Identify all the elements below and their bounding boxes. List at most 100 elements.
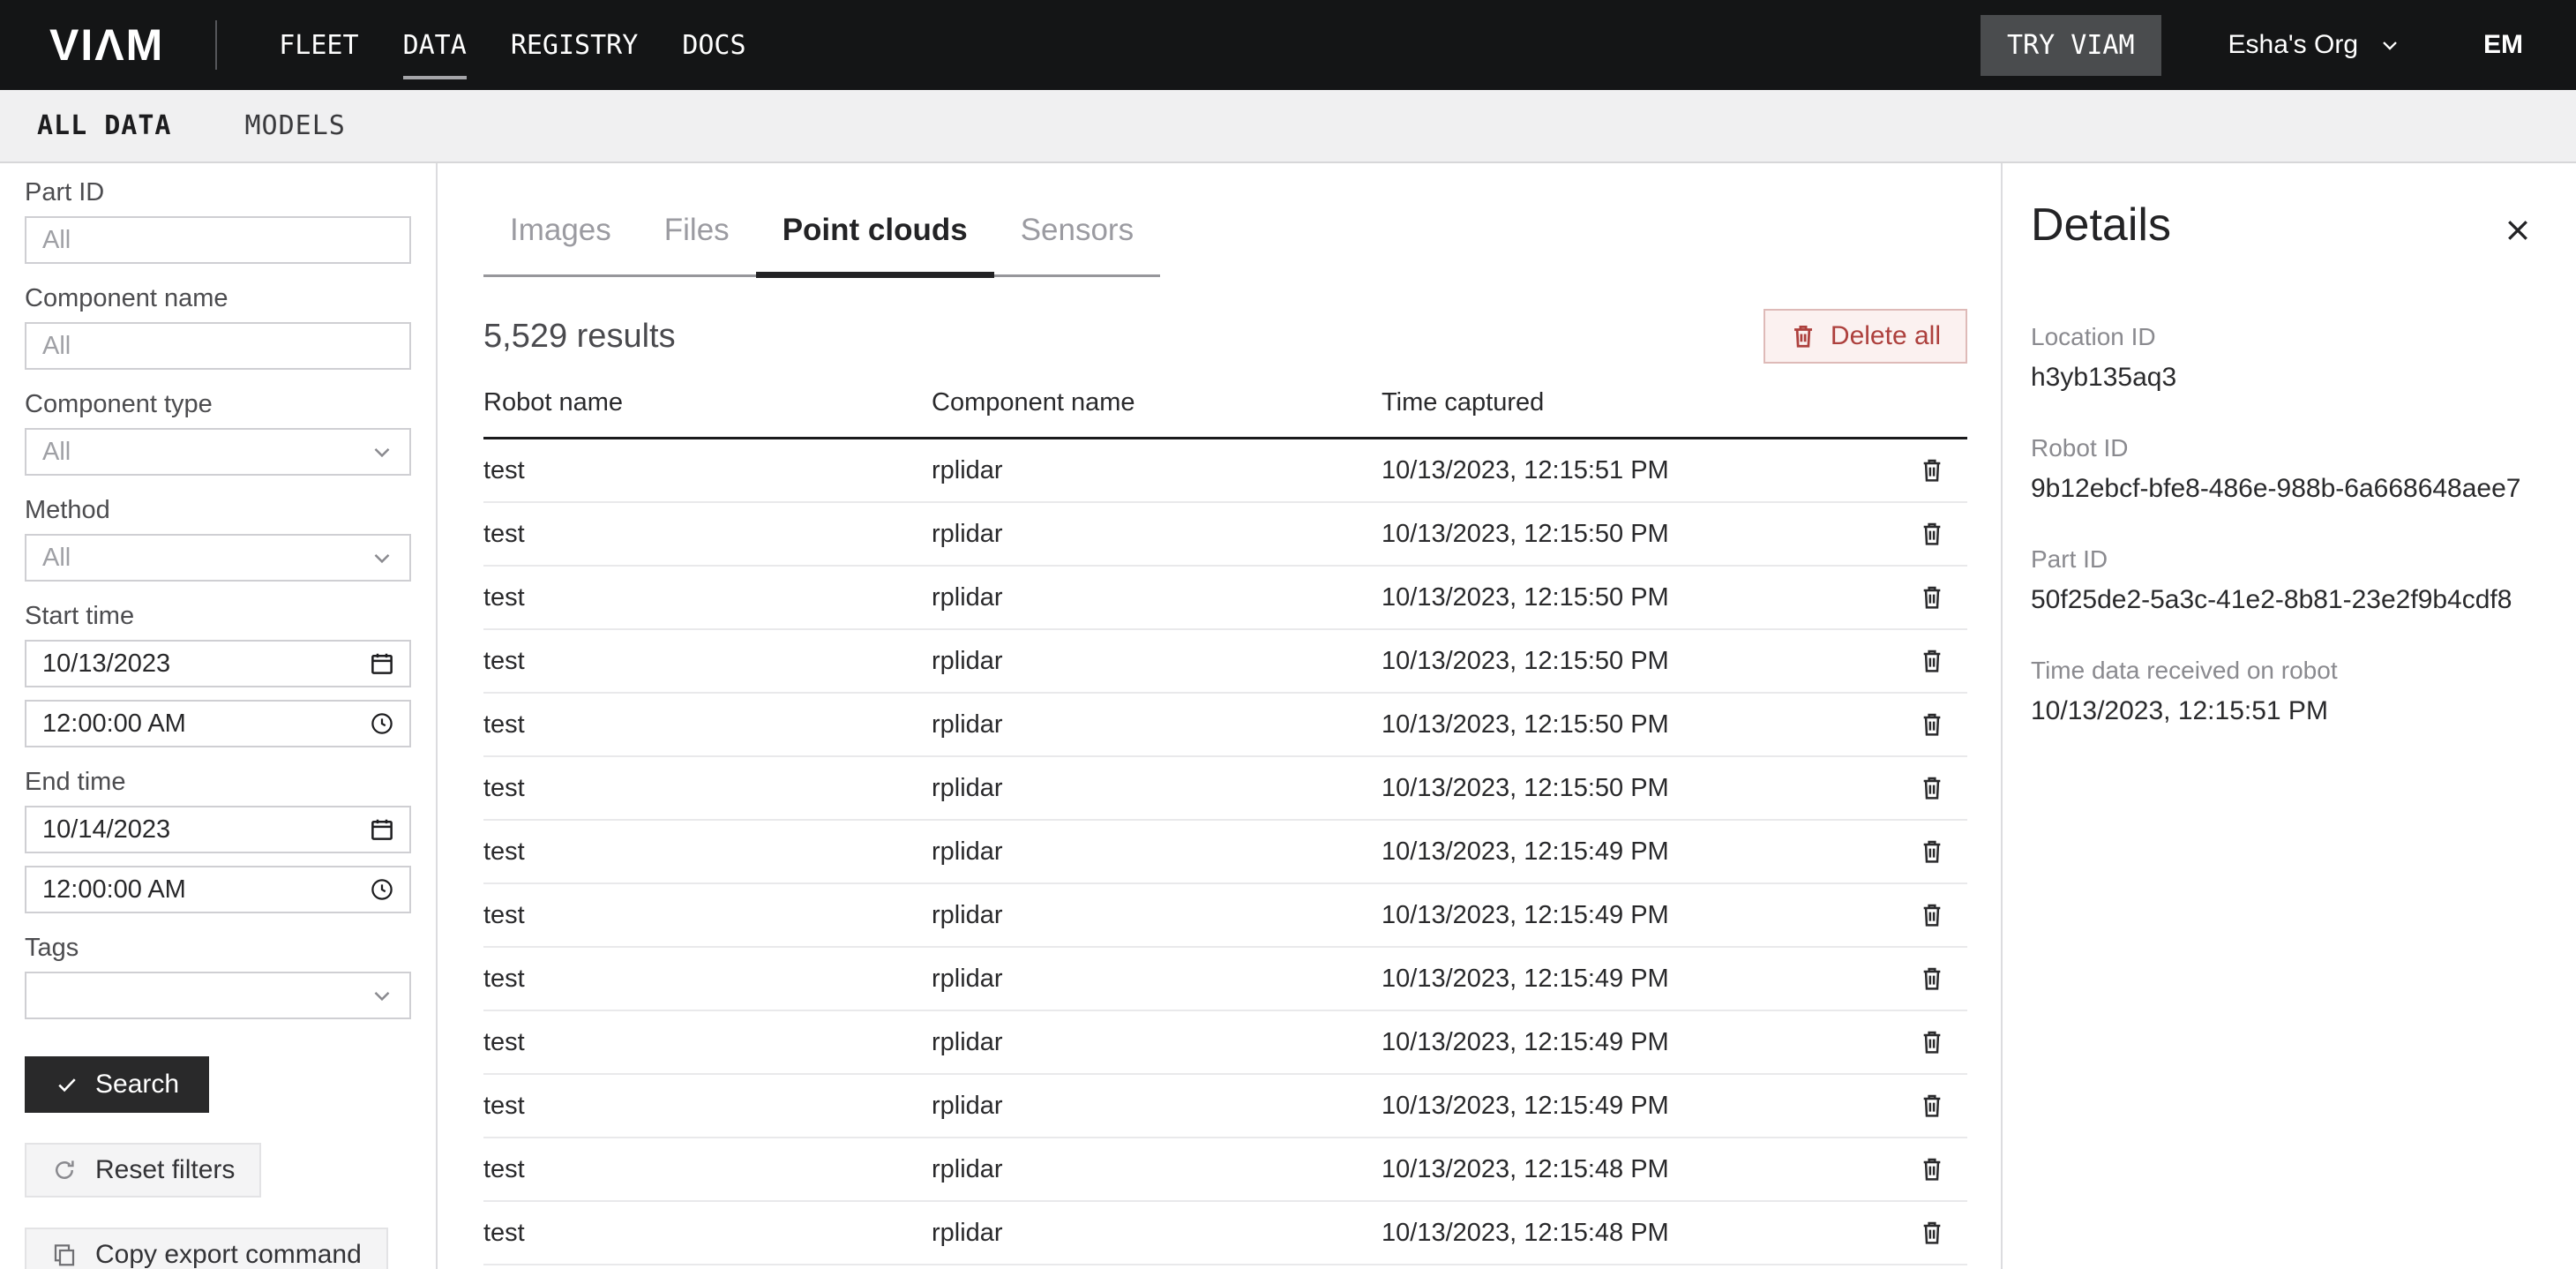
avatar[interactable]: EM	[2483, 30, 2523, 60]
table-row[interactable]: test rplidar 10/13/2023, 12:15:50 PM	[483, 503, 1967, 567]
component-type-select[interactable]: All	[25, 428, 411, 476]
component-type-value: All	[42, 438, 71, 467]
try-viam-button[interactable]: TRY VIAM	[1981, 15, 2161, 76]
end-time-value: 12:00:00 AM	[42, 875, 186, 905]
part-id-label: Part ID	[25, 177, 411, 207]
data-type-tab-label: Sensors	[1021, 213, 1134, 247]
close-details-button[interactable]	[2495, 207, 2541, 256]
table-row[interactable]: test rplidar 10/13/2023, 12:15:48 PM	[483, 1202, 1967, 1265]
details-field: Part ID 50f25de2-5a3c-41e2-8b81-23e2f9b4…	[2031, 545, 2541, 616]
start-date-input[interactable]: 10/13/2023	[25, 640, 411, 687]
trash-icon	[1790, 323, 1816, 349]
cell-robot-name: test	[483, 1092, 932, 1121]
cell-component-name: rplidar	[932, 710, 1382, 740]
table-row[interactable]: test rplidar 10/13/2023, 12:15:50 PM	[483, 567, 1967, 630]
nav-item[interactable]: DOCS	[682, 0, 745, 90]
cell-component-name: rplidar	[932, 965, 1382, 994]
org-switcher[interactable]: Esha's Org	[2228, 30, 2402, 60]
row-delete-button[interactable]	[1913, 578, 1951, 617]
data-type-tab[interactable]: Point clouds	[756, 213, 994, 274]
data-type-tab[interactable]: Images	[483, 213, 638, 274]
subnav-tab-label: MODELS	[245, 110, 346, 141]
table-row[interactable]: test rplidar 10/13/2023, 12:15:48 PM	[483, 1138, 1967, 1202]
nav-item-label: DOCS	[682, 30, 745, 61]
subnav-tab[interactable]: ALL DATA	[37, 110, 172, 141]
table-row[interactable]: test rplidar 10/13/2023, 12:15:49 PM	[483, 1011, 1967, 1075]
cell-time-captured: 10/13/2023, 12:15:49 PM	[1382, 837, 1897, 867]
cell-time-captured: 10/13/2023, 12:15:50 PM	[1382, 520, 1897, 549]
trash-icon	[1918, 837, 1946, 866]
trash-icon	[1918, 710, 1946, 739]
copy-export-command-label: Copy export command	[95, 1240, 362, 1269]
cell-time-captured: 10/13/2023, 12:15:49 PM	[1382, 965, 1897, 994]
cell-component-name: rplidar	[932, 1092, 1382, 1121]
component-name-input[interactable]	[25, 322, 411, 370]
part-id-input[interactable]	[25, 216, 411, 264]
data-panel: Images Files Point clouds Sensors 5,529 …	[438, 163, 2001, 1269]
details-field-value: 50f25de2-5a3c-41e2-8b81-23e2f9b4cdf8	[2031, 584, 2541, 616]
table-row[interactable]: test rplidar 10/13/2023, 12:15:50 PM	[483, 630, 1967, 694]
chevron-down-icon	[369, 544, 395, 571]
data-type-tab-label: Point clouds	[783, 213, 968, 247]
end-date-input[interactable]: 10/14/2023	[25, 806, 411, 853]
trash-icon	[1918, 774, 1946, 802]
row-delete-button[interactable]	[1913, 451, 1951, 490]
copy-icon	[51, 1242, 78, 1268]
tags-select[interactable]	[25, 972, 411, 1019]
row-delete-button[interactable]	[1913, 1023, 1951, 1062]
cell-robot-name: test	[483, 1155, 932, 1184]
cell-time-captured: 10/13/2023, 12:15:50 PM	[1382, 647, 1897, 676]
table-row[interactable]: test rplidar 10/13/2023, 12:15:49 PM	[483, 884, 1967, 948]
trash-icon	[1918, 520, 1946, 548]
row-delete-button[interactable]	[1913, 514, 1951, 553]
method-value: All	[42, 544, 71, 573]
table-row[interactable]: test rplidar 10/13/2023, 12:15:51 PM	[483, 439, 1967, 503]
method-select[interactable]: All	[25, 534, 411, 582]
trash-icon	[1918, 583, 1946, 612]
table-row[interactable]: test rplidar 10/13/2023, 12:15:49 PM	[483, 1075, 1967, 1138]
table-row[interactable]: test rplidar 10/13/2023, 12:15:49 PM	[483, 948, 1967, 1011]
nav-item[interactable]: DATA	[403, 0, 467, 90]
nav-item[interactable]: REGISTRY	[511, 0, 639, 90]
cell-component-name: rplidar	[932, 520, 1382, 549]
data-type-tab[interactable]: Files	[638, 213, 756, 274]
search-button[interactable]: Search	[25, 1056, 209, 1113]
row-delete-button[interactable]	[1913, 1086, 1951, 1125]
reset-filters-button[interactable]: Reset filters	[25, 1143, 261, 1198]
trash-icon	[1918, 1092, 1946, 1120]
results-count: 5,529 results	[483, 318, 676, 356]
data-type-tab[interactable]: Sensors	[994, 213, 1160, 274]
row-delete-button[interactable]	[1913, 959, 1951, 998]
cell-robot-name: test	[483, 1028, 932, 1057]
row-delete-button[interactable]	[1913, 705, 1951, 744]
cell-component-name: rplidar	[932, 774, 1382, 803]
calendar-icon	[369, 816, 395, 843]
row-delete-button[interactable]	[1913, 896, 1951, 935]
chevron-down-icon	[369, 982, 395, 1009]
row-delete-button[interactable]	[1913, 1150, 1951, 1189]
cell-time-captured: 10/13/2023, 12:15:51 PM	[1382, 456, 1897, 485]
viam-logo: VIΛM	[49, 19, 164, 71]
component-name-label: Component name	[25, 283, 411, 313]
cell-robot-name: test	[483, 901, 932, 930]
row-delete-button[interactable]	[1913, 642, 1951, 680]
copy-export-command-button[interactable]: Copy export command	[25, 1228, 388, 1269]
row-delete-button[interactable]	[1913, 1213, 1951, 1252]
table-row[interactable]: test rplidar 10/13/2023, 12:15:50 PM	[483, 694, 1967, 757]
start-time-input[interactable]: 12:00:00 AM	[25, 700, 411, 747]
reset-filters-label: Reset filters	[95, 1155, 235, 1185]
clock-icon	[369, 710, 395, 737]
row-delete-button[interactable]	[1913, 832, 1951, 871]
delete-all-button[interactable]: Delete all	[1764, 309, 1967, 364]
tags-label: Tags	[25, 933, 411, 963]
subnav: ALL DATA MODELS	[0, 90, 2576, 163]
cell-time-captured: 10/13/2023, 12:15:48 PM	[1382, 1155, 1897, 1184]
nav-item[interactable]: FLEET	[279, 0, 358, 90]
table-row[interactable]: test rplidar 10/13/2023, 12:15:50 PM	[483, 757, 1967, 821]
filter-sidebar: Part ID Component name Component type Al…	[0, 163, 438, 1269]
end-time-input[interactable]: 12:00:00 AM	[25, 866, 411, 913]
row-delete-button[interactable]	[1913, 769, 1951, 807]
subnav-tab[interactable]: MODELS	[245, 110, 346, 141]
table-row[interactable]: test rplidar 10/13/2023, 12:15:49 PM	[483, 821, 1967, 884]
cell-robot-name: test	[483, 710, 932, 740]
